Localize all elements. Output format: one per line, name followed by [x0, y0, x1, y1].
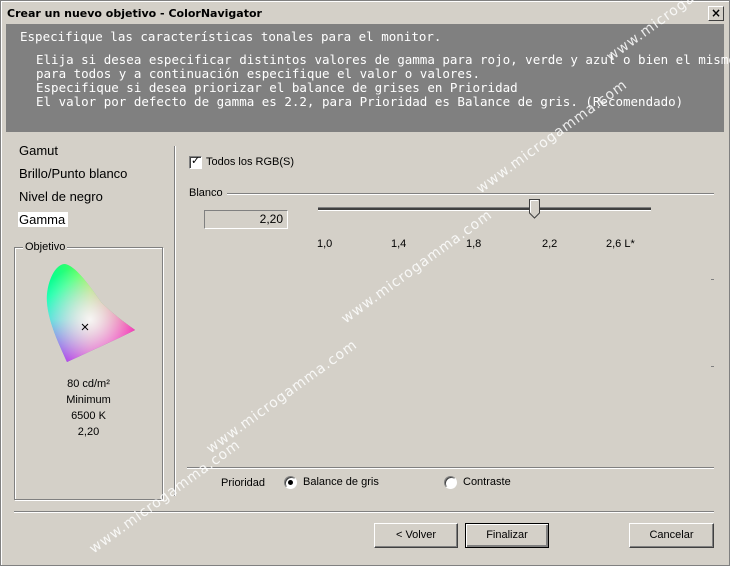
- nav-item-brillo[interactable]: Brillo/Punto blanco: [15, 164, 165, 187]
- black-level-value: Minimum: [66, 394, 111, 406]
- gamma-slider-thumb[interactable]: [529, 199, 541, 219]
- close-button[interactable]: ×: [708, 6, 724, 21]
- white-point-value: 6500 K: [71, 410, 106, 422]
- instructions-header: Especifique las características tonales …: [6, 24, 730, 132]
- side-mark: [711, 279, 714, 280]
- watermark: www.microgamma.com: [203, 336, 361, 457]
- all-rgb-row[interactable]: ✓ Todos los RGB(S): [189, 153, 295, 169]
- all-rgb-label: Todos los RGB(S): [206, 156, 295, 168]
- all-rgb-checkbox[interactable]: ✓: [189, 153, 202, 169]
- radio-balance-gris[interactable]: [284, 476, 297, 489]
- blanco-group-line: [227, 193, 714, 195]
- nav-item-gamut[interactable]: Gamut: [15, 141, 165, 164]
- instruction-line: Elija si desea especificar distintos val…: [36, 52, 730, 67]
- gamut-fill: [46, 264, 136, 362]
- nav-item-nivel-negro[interactable]: Nivel de negro: [15, 187, 165, 210]
- radio-contraste-label[interactable]: Contraste: [463, 476, 511, 488]
- luminance-value: 80 cd/m²: [67, 378, 110, 390]
- cancel-button[interactable]: Cancelar: [629, 523, 714, 548]
- radio-contraste[interactable]: [444, 476, 457, 489]
- gamut-diagram: [46, 264, 136, 362]
- watermark: www.microgamma.com: [338, 206, 496, 327]
- footer-divider: [14, 511, 714, 513]
- side-mark: [711, 366, 714, 367]
- gamma-value: 2,20: [77, 426, 100, 438]
- steps-nav: Gamut Brillo/Punto blanco Nivel de negro…: [15, 141, 165, 233]
- instruction-line: El valor por defecto de gamma es 2.2, pa…: [36, 94, 684, 109]
- header-instructions: Elija si desea especificar distintos val…: [36, 53, 730, 109]
- slider-tick-label: 2,6 L*: [606, 238, 635, 250]
- slider-tick-label: 2,2: [542, 238, 558, 250]
- nav-item-gamma[interactable]: Gamma: [15, 210, 165, 233]
- vertical-divider: [174, 146, 176, 496]
- header-title: Especifique las características tonales …: [20, 29, 442, 44]
- title-bar: Crear un nuevo objetivo - ColorNavigator…: [4, 4, 726, 22]
- finish-button[interactable]: Finalizar: [465, 523, 549, 548]
- gamma-value-field[interactable]: 2,20: [204, 210, 288, 229]
- objetivo-label: Objetivo: [23, 241, 68, 253]
- priority-label: Prioridad: [221, 477, 266, 489]
- slider-tick-label: 1,4: [391, 238, 407, 250]
- radio-balance-gris-label[interactable]: Balance de gris: [303, 476, 379, 488]
- priority-divider: [187, 467, 714, 469]
- back-button[interactable]: < Volver: [374, 523, 458, 548]
- slider-tick-label: 1,0: [317, 238, 333, 250]
- slider-tick-label: 1,8: [466, 238, 482, 250]
- dialog-window: Crear un nuevo objetivo - ColorNavigator…: [0, 0, 730, 566]
- blanco-label: Blanco: [189, 187, 223, 199]
- window-title: Crear un nuevo objetivo - ColorNavigator: [7, 7, 262, 20]
- gamma-slider-track[interactable]: [318, 207, 651, 211]
- instruction-line: para todos y a continuación especifique …: [36, 66, 481, 81]
- check-icon: ✓: [191, 153, 201, 167]
- objetivo-values: 80 cd/m² Minimum 6500 K 2,20: [15, 376, 162, 440]
- instruction-line: Especifique si desea priorizar el balanc…: [36, 80, 518, 95]
- objetivo-group: Objetivo 80 cd/m² Minimum 6500 K 2,20: [14, 241, 163, 500]
- radio-selected-dot: [288, 480, 293, 485]
